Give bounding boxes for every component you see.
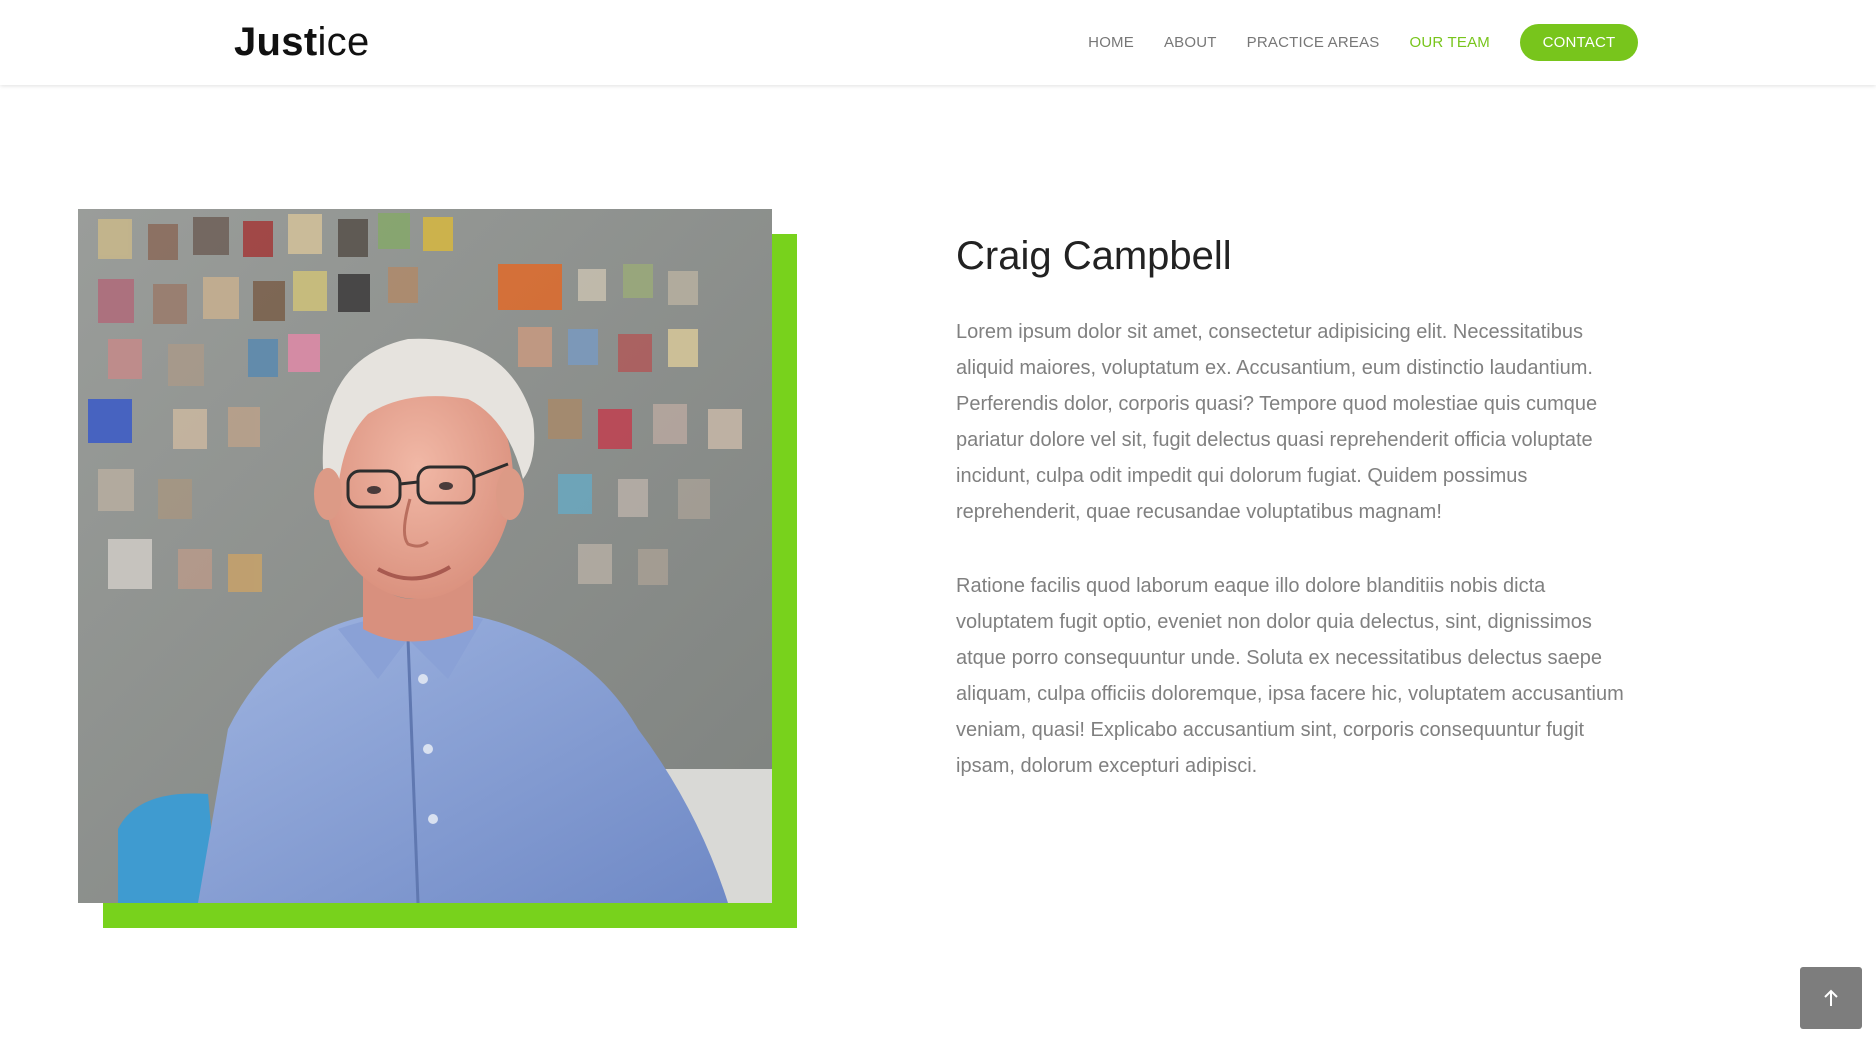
nav-home-link[interactable]: HOME <box>1088 34 1134 51</box>
nav-practice-areas-link[interactable]: PRACTICE AREAS <box>1247 34 1380 51</box>
back-to-top-button[interactable] <box>1800 967 1862 1029</box>
site-logo[interactable]: Justice <box>234 18 370 66</box>
nav-our-team-link[interactable]: OUR TEAM <box>1410 34 1491 51</box>
profile-bio: Craig Campbell Lorem ipsum dolor sit ame… <box>956 228 1646 822</box>
profile-photo <box>78 209 772 903</box>
portrait-illustration <box>78 209 772 903</box>
main-nav: HOME ABOUT PRACTICE AREAS OUR TEAM CONTA… <box>1058 0 1638 85</box>
profile-photo-section <box>78 209 797 928</box>
nav-about-link[interactable]: ABOUT <box>1164 34 1217 51</box>
bio-paragraph-1: Lorem ipsum dolor sit amet, consectetur … <box>956 321 1598 523</box>
arrow-up-icon <box>1824 989 1838 1006</box>
bio-paragraph-2: Ratione facilis quod laborum eaque illo … <box>956 575 1624 777</box>
logo-light-text: ice <box>317 20 370 64</box>
profile-name: Craig Campbell <box>956 234 1232 278</box>
top-navbar: Justice HOME ABOUT PRACTICE AREAS OUR TE… <box>0 0 1876 85</box>
logo-bold-text: Just <box>234 20 318 64</box>
contact-button[interactable]: CONTACT <box>1520 24 1638 61</box>
